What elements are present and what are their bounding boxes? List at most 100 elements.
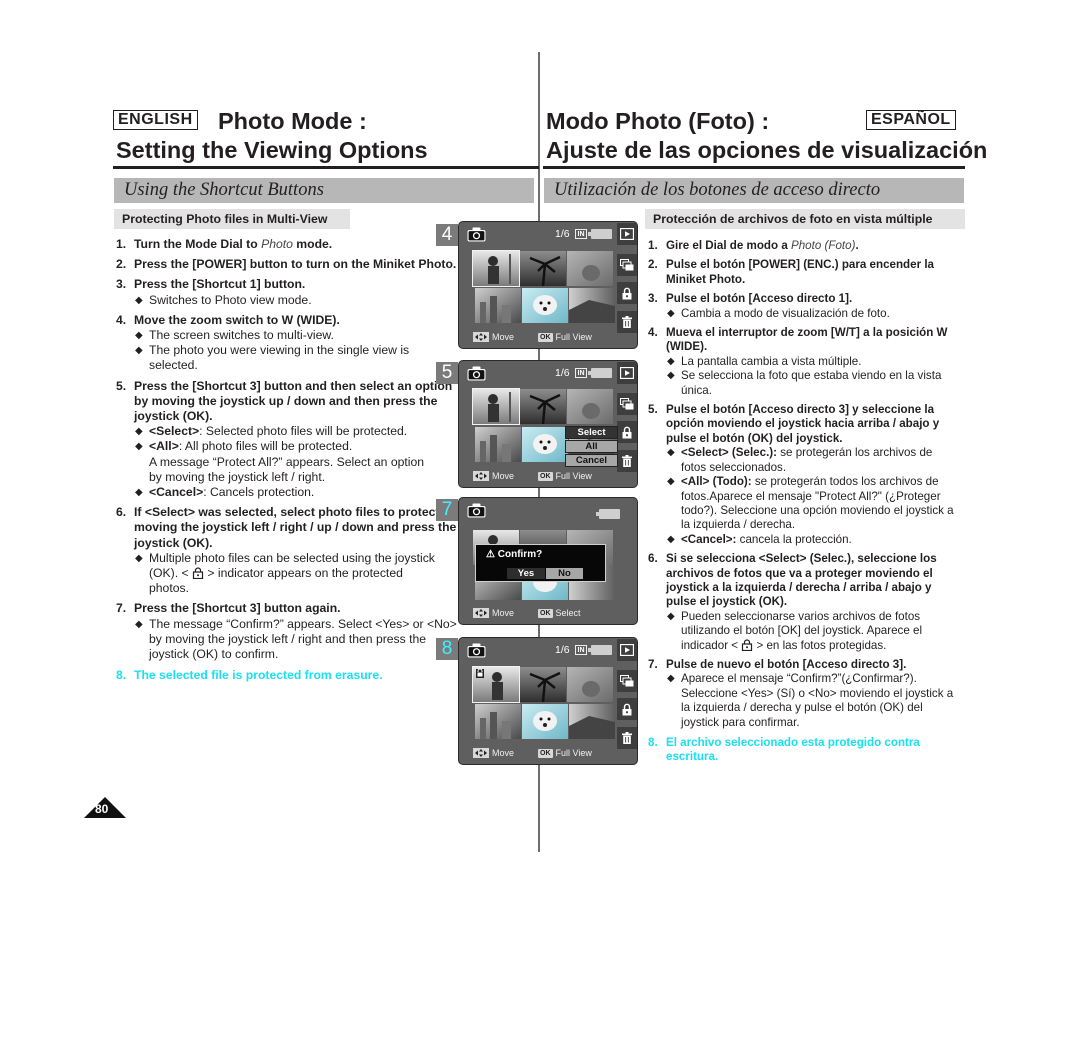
bullet-text: > en las fotos protegidas. [753,638,887,652]
multi-view-button[interactable] [617,254,637,276]
page-number: 80 [95,802,109,816]
move-hint: Move [492,748,515,758]
battery-icon [588,645,612,655]
play-icon [620,367,634,379]
step-number: 8. [648,736,658,749]
step-bullet: <Cancel>: cancela la protección. [666,532,960,548]
thumbnail-5[interactable] [522,288,568,323]
delete-button[interactable] [617,450,637,472]
move-hint: Move [492,332,515,342]
camera-mode-icon [467,227,486,242]
confirm-yes-button[interactable]: Yes [507,568,545,579]
delete-button[interactable] [617,727,637,749]
step-text: El archivo seleccionado esta protegido c… [666,736,920,764]
thumbnail-3[interactable] [567,251,613,286]
screen-step-4-label: 4 [436,224,458,246]
confirm-title: ⚠ Confirm? [486,549,542,560]
play-mode-button[interactable] [617,362,637,384]
english-title-line1: Photo Mode : [218,108,367,134]
option-label: <Cancel>: [681,532,737,546]
thumbnail-6[interactable] [569,288,615,323]
english-step-8: 8. The selected file is protected from e… [116,668,461,683]
lcd-screen-step-5: 1/6 IN Select All Cancel Move OK Full View [458,360,638,488]
spanish-subsection-heading: Protección de archivos de foto en vista … [645,209,965,229]
multi-view-button[interactable] [617,670,637,692]
step-text: Press the [Shortcut 3] button again. [134,601,341,616]
spanish-title-line2: Ajuste de las opciones de visualización [546,137,988,163]
thumbnail-4[interactable] [475,427,521,462]
thumbnail-6[interactable] [569,704,615,739]
lock-icon [621,426,633,439]
thumbnail-1[interactable] [472,250,520,287]
joystick-icon [473,608,489,618]
step-text: Turn the Mode Dial to [134,237,262,251]
thumbnail-2[interactable] [520,667,566,702]
protect-button[interactable] [617,698,637,720]
thumbnail-1-protected[interactable] [472,666,520,703]
ok-action-hint: Full View [555,748,592,758]
step-text: . [855,239,859,252]
thumbnail-3[interactable] [567,389,613,424]
thumbnail-4[interactable] [475,704,521,739]
step-number: 7. [116,601,127,616]
ok-key-icon: OK [538,332,553,342]
page-number-badge: 80 [84,797,126,818]
thumbnail-3[interactable] [567,667,613,702]
thumbnail-2[interactable] [520,251,566,286]
step-bullet: La pantalla cambia a vista múltiple. [666,355,960,370]
camera-mode-icon [467,643,486,658]
english-section-heading: Using the Shortcut Buttons [114,178,534,203]
lcd-screen-step-7: ⚠ Confirm? Yes No Move OK Select [458,497,638,625]
play-mode-button[interactable] [617,223,637,245]
ok-action-hint: Full View [555,332,592,342]
option-desc: : All photo files will be protected. [178,439,353,454]
lcd-footer: Move OK Full View [473,748,592,758]
step-bullet: <Cancel>: Cancels protection. [134,485,461,500]
spanish-step-7: 7. Pulse de nuevo el botón [Acceso direc… [648,658,960,730]
option-label: <Select> [149,424,200,439]
step-number: 2. [648,258,658,272]
delete-button[interactable] [617,311,637,333]
step-text: Pulse el botón [Acceso directo 1]. [666,292,853,306]
step-number: 3. [116,277,127,292]
camera-mode-icon [467,503,486,518]
english-step-4: 4. Move the zoom switch to W (WIDE). The… [116,313,461,374]
confirm-text: Confirm? [497,549,543,560]
step-text: mode. [292,237,333,251]
step-text: Press the [Shortcut 3] button and then s… [134,378,453,424]
protect-button[interactable] [617,421,637,443]
thumbnail-4[interactable] [475,288,521,323]
step-number: 5. [648,403,658,417]
confirm-no-button[interactable]: No [546,568,583,579]
joystick-icon [473,332,489,342]
play-mode-button[interactable] [617,639,637,661]
step-text: Pulse el botón [Acceso directo 3] y sele… [666,403,940,445]
ok-key-icon: OK [538,608,553,618]
step-text: Pulse el botón [POWER] (ENC.) para encen… [666,258,934,286]
option-desc: : Selected photo files will be protected… [199,424,408,439]
multi-view-icon [620,259,634,271]
thumbnail-1[interactable] [472,388,520,425]
thumbnail-5[interactable] [522,704,568,739]
multi-view-button[interactable] [617,393,637,415]
step-number: 5. [116,378,127,393]
screen-step-5-label: 5 [436,362,458,384]
menu-option-all[interactable]: All [565,440,618,453]
battery-icon [588,368,612,378]
step-number: 6. [648,552,658,566]
protect-button[interactable] [617,282,637,304]
step-bullet: <All>: All photo files will be protected… [134,439,461,485]
lock-icon [621,287,633,300]
menu-option-select[interactable]: Select [565,426,618,439]
image-counter: 1/6 [555,367,570,379]
step-number: 2. [116,257,127,272]
move-hint: Move [492,471,515,481]
step-text: Move the zoom switch to W (WIDE). [134,312,340,327]
thumbnail-2[interactable] [520,389,566,424]
spanish-step-6: 6. Si se selecciona <Select> (Selec.), s… [648,552,960,653]
menu-option-cancel[interactable]: Cancel [565,454,618,467]
thumbnail-5[interactable] [522,427,568,462]
spanish-step-5: 5. Pulse el botón [Acceso directo 3] y s… [648,403,960,547]
step-bullet: Multiple photo files can be selected usi… [134,551,461,597]
step-bullet: Cambia a modo de visualización de foto. [666,307,960,322]
